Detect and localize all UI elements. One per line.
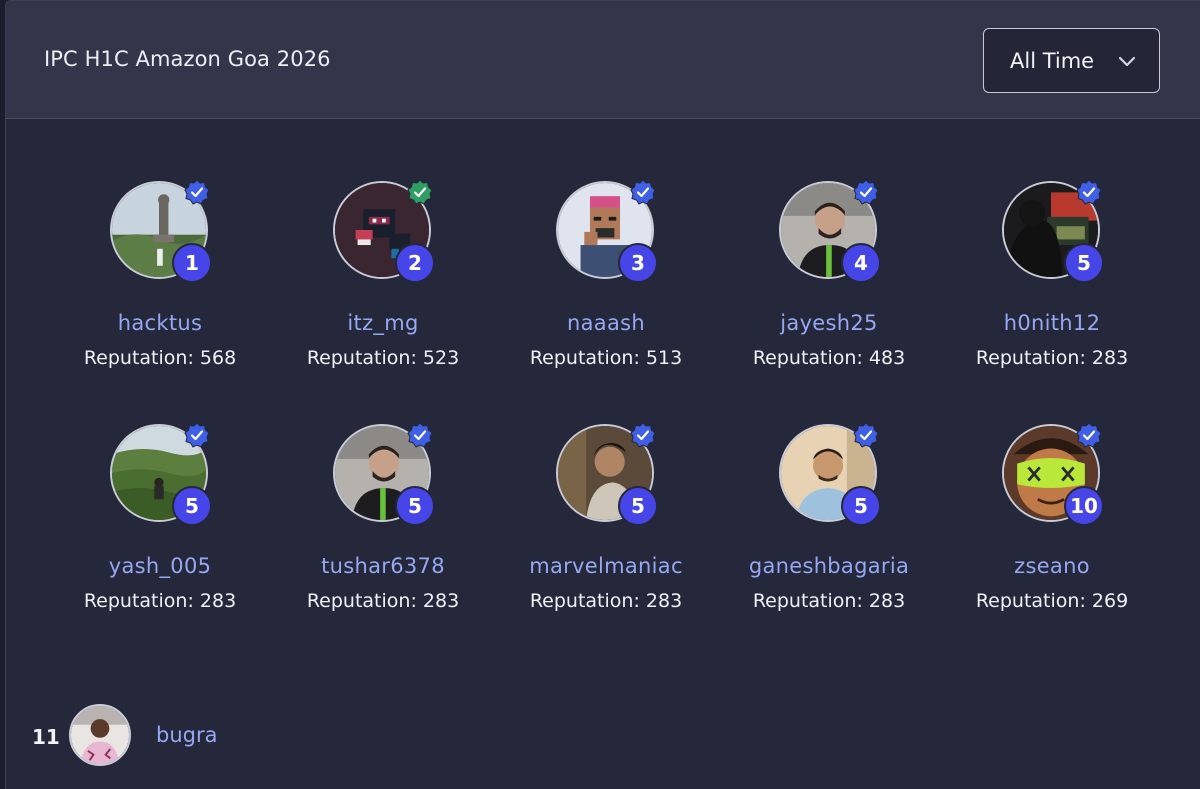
hacker-reputation: Reputation: 283 xyxy=(83,590,237,612)
person-photo-avatar xyxy=(71,706,129,764)
hacker-username[interactable]: naaash xyxy=(506,311,706,335)
verified-badge-icon xyxy=(184,422,210,448)
verified-badge-icon xyxy=(853,179,879,205)
avatar-wrap: 5 xyxy=(110,422,212,526)
hacker-reputation: Reputation: 523 xyxy=(306,347,460,369)
verified-badge-icon xyxy=(184,179,210,205)
verified-badge-icon xyxy=(630,179,656,205)
hacker-username[interactable]: yash_005 xyxy=(60,554,260,578)
rank-badge: 1 xyxy=(172,243,212,283)
verified-badge-icon xyxy=(1076,179,1102,205)
verified-badge-icon xyxy=(1076,422,1102,448)
verified-badge-icon xyxy=(630,422,656,448)
hacker-username[interactable]: h0nith12 xyxy=(952,311,1152,335)
rank-badge: 5 xyxy=(172,486,212,526)
verified-badge-icon xyxy=(853,422,879,448)
rank-badge: 4 xyxy=(841,243,881,283)
avatar-wrap: 5 xyxy=(333,422,435,526)
avatar-wrap: 10 xyxy=(1002,422,1104,526)
hacker-username[interactable]: zseano xyxy=(952,554,1152,578)
hacker-reputation: Reputation: 283 xyxy=(752,590,906,612)
hacker-username[interactable]: tushar6378 xyxy=(283,554,483,578)
rank-badge: 5 xyxy=(1064,243,1104,283)
avatar-wrap: 1 xyxy=(110,179,212,283)
verified-badge-icon xyxy=(407,179,433,205)
rank-badge: 2 xyxy=(395,243,435,283)
hacker-username[interactable]: ganeshbagaria xyxy=(729,554,929,578)
hacker-reputation: Reputation: 283 xyxy=(975,347,1129,369)
hacker-reputation: Reputation: 483 xyxy=(752,347,906,369)
avatar-wrap: 2 xyxy=(333,179,435,283)
hacker-reputation: Reputation: 283 xyxy=(529,590,683,612)
hacker-reputation: Reputation: 269 xyxy=(975,590,1129,612)
rank-badge: 10 xyxy=(1064,486,1104,526)
rank-badge: 5 xyxy=(841,486,881,526)
rank-badge: 3 xyxy=(618,243,658,283)
avatar-wrap: 5 xyxy=(779,422,881,526)
hacker-reputation: Reputation: 513 xyxy=(529,347,683,369)
list-username[interactable]: bugra xyxy=(156,723,217,747)
leaderboard-panel: IPC H1C Amazon Goa 2026 All Time 1 hacktu… xyxy=(5,0,1200,789)
avatar-wrap: 5 xyxy=(556,422,658,526)
hacker-username[interactable]: itz_mg xyxy=(283,311,483,335)
avatar-wrap: 3 xyxy=(556,179,658,283)
list-item[interactable]: 11 bugra xyxy=(6,701,1200,771)
hacker-reputation: Reputation: 568 xyxy=(83,347,237,369)
hacker-username[interactable]: jayesh25 xyxy=(729,311,929,335)
avatar-wrap: 4 xyxy=(779,179,881,283)
top-hackers-grid: 1 hacktus Reputation: 568 2 itz_mg Reputation… xyxy=(6,1,1200,789)
hacker-username[interactable]: hacktus xyxy=(60,311,260,335)
rank-badge: 5 xyxy=(618,486,658,526)
list-rank: 11 xyxy=(32,725,60,749)
hacker-reputation: Reputation: 283 xyxy=(306,590,460,612)
rank-badge: 5 xyxy=(395,486,435,526)
hacker-username[interactable]: marvelmaniac xyxy=(506,554,706,578)
avatar-wrap: 5 xyxy=(1002,179,1104,283)
avatar[interactable] xyxy=(69,704,131,766)
verified-badge-icon xyxy=(407,422,433,448)
